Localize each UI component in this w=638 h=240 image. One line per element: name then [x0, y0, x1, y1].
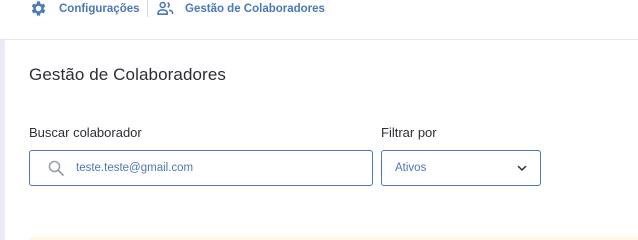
search-label: Buscar colaborador [29, 125, 142, 140]
breadcrumb-item-gestao-colaboradores[interactable]: Gestão de Colaboradores [157, 0, 325, 17]
top-bar: Configurações Gestão de Colaboradores [0, 0, 638, 39]
users-icon [157, 1, 174, 16]
chevron-down-icon [517, 159, 527, 177]
breadcrumb-separator [147, 0, 148, 17]
filter-selected-value: Ativos [395, 162, 427, 174]
search-icon [48, 160, 64, 176]
breadcrumb-label: Gestão de Colaboradores [185, 2, 325, 15]
search-field[interactable] [29, 150, 373, 186]
breadcrumb-item-configuracoes[interactable]: Configurações [29, 0, 140, 17]
search-input[interactable] [76, 162, 356, 174]
gear-icon [29, 0, 48, 18]
filter-select[interactable]: Ativos [381, 150, 541, 186]
filter-label: Filtrar por [381, 125, 437, 140]
breadcrumb-label: Configurações [59, 2, 140, 15]
page-title: Gestão de Colaboradores [29, 65, 226, 84]
